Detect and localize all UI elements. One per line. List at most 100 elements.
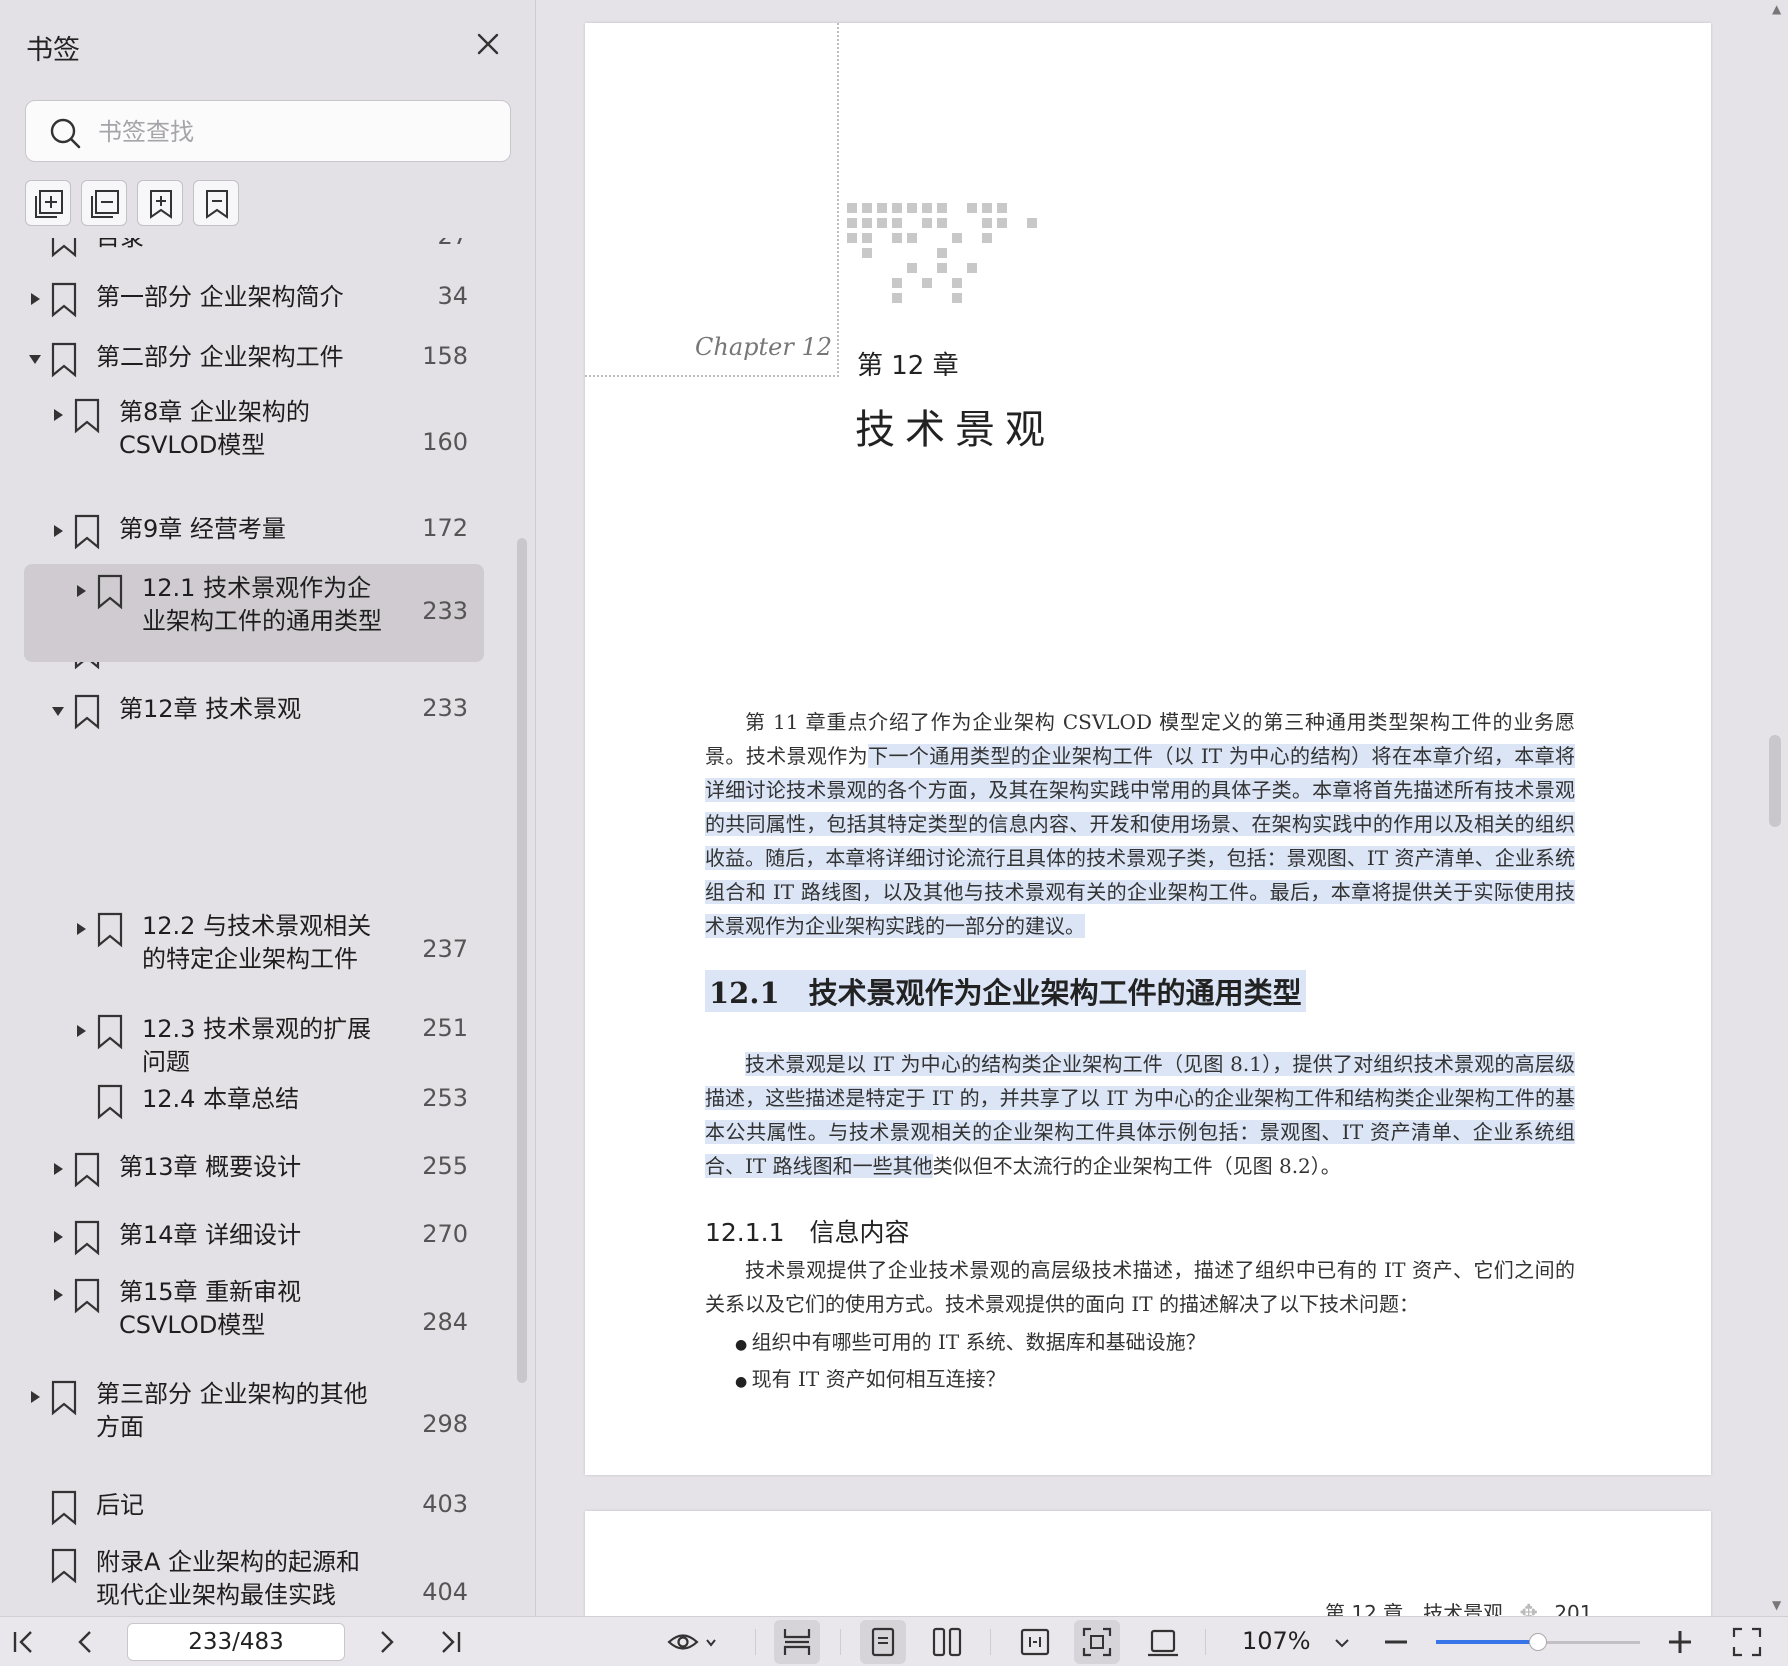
disclosure-right-icon[interactable] bbox=[28, 292, 42, 306]
fullscreen-icon[interactable] bbox=[1730, 1625, 1764, 1659]
bookmark-page-number: 233 bbox=[422, 694, 468, 722]
subsection-heading: 12.1.1 信息内容 bbox=[705, 1218, 910, 1247]
previous-page-icon[interactable] bbox=[72, 1625, 100, 1659]
disclosure-right-icon[interactable] bbox=[51, 1288, 65, 1302]
disclosure-right-icon[interactable] bbox=[51, 524, 65, 538]
ornament-pixel bbox=[967, 263, 977, 273]
disclosure-right-icon[interactable] bbox=[51, 408, 65, 422]
fit-page-icon[interactable] bbox=[1018, 1625, 1052, 1659]
view-mode-eye-icon[interactable] bbox=[666, 1625, 720, 1659]
disclosure-right-icon[interactable] bbox=[28, 1390, 42, 1404]
bookmark-item[interactable]: 第14章 详细设计 270 bbox=[0, 1206, 500, 1266]
ornament-pixel bbox=[892, 233, 902, 243]
expand-all-button[interactable] bbox=[25, 180, 71, 226]
ornament-pixel bbox=[892, 293, 902, 303]
bookmark-item[interactable]: 12.3 技术景观的扩展问题 251 bbox=[0, 1000, 500, 1076]
bookmark-label: 第二部分 企业架构工件 bbox=[96, 343, 344, 371]
zoom-in-icon[interactable] bbox=[1666, 1625, 1694, 1659]
ornament-pixel bbox=[922, 278, 932, 288]
subsection-text: 技术景观提供了企业技术景观的高层级技术描述，描述了组织中已有的 IT 资产、它们… bbox=[705, 1258, 1575, 1316]
bookmark-label: 第14章 详细设计 bbox=[119, 1221, 302, 1249]
rotate-page-icon[interactable] bbox=[1146, 1625, 1180, 1659]
bookmark-item[interactable]: 第15章 重新审视CSVLOD模型 284 bbox=[0, 1268, 500, 1380]
disclosure-right-icon[interactable] bbox=[51, 1162, 65, 1176]
ornament-pixel bbox=[862, 248, 872, 258]
bookmark-icon bbox=[51, 1548, 77, 1584]
ornament-pixel bbox=[907, 233, 917, 243]
ornament-pixel bbox=[1027, 218, 1037, 228]
zoom-slider-knob[interactable] bbox=[1529, 1633, 1547, 1651]
scroll-down-icon[interactable]: ▼ bbox=[1772, 1598, 1781, 1612]
zoom-out-icon[interactable] bbox=[1382, 1625, 1410, 1659]
toolbar-separator bbox=[990, 1629, 991, 1655]
bookmark-label: 12.1 技术景观作为企业架构工件的通用类型 bbox=[142, 574, 382, 635]
ornament-pixel bbox=[862, 218, 872, 228]
bookmark-page-number: 270 bbox=[422, 1220, 468, 1248]
bookmark-item[interactable]: 第一部分 企业架构简介 34 bbox=[0, 268, 500, 328]
bookmark-label: 第三部分 企业架构的其他方面 bbox=[96, 1380, 368, 1441]
zoom-level[interactable]: 107% bbox=[1242, 1627, 1311, 1655]
bookmark-page-number: 160 bbox=[422, 428, 468, 456]
bookmark-page-number: 253 bbox=[422, 1084, 468, 1112]
bookmark-item[interactable]: 12.1 技术景观作为企业架构工件的通用类型 233 bbox=[0, 564, 500, 662]
disclosure-down-icon[interactable] bbox=[28, 352, 42, 366]
disclosure-right-icon[interactable] bbox=[74, 1024, 88, 1038]
ornament-pixel bbox=[952, 278, 962, 288]
scroll-up-icon[interactable]: ▲ bbox=[1772, 2, 1781, 16]
ornament-pixel bbox=[997, 218, 1007, 228]
bookmark-item[interactable]: 目录27 bbox=[0, 238, 500, 268]
bookmark-icon bbox=[51, 238, 77, 258]
subsection-paragraph: 技术景观提供了企业技术景观的高层级技术描述，描述了组织中已有的 IT 资产、它们… bbox=[705, 1253, 1575, 1321]
bookmark-item[interactable]: 附录A 企业架构的起源和现代企业架构最佳实践 404 bbox=[0, 1538, 500, 1616]
chapter-title: 技术景观 bbox=[855, 407, 1055, 453]
ornament-pixel bbox=[862, 203, 872, 213]
sidebar-scrollbar[interactable] bbox=[517, 538, 527, 1383]
ornament-pixel bbox=[847, 203, 857, 213]
bookmark-page-number: 158 bbox=[422, 342, 468, 370]
disclosure-down-icon[interactable] bbox=[51, 704, 65, 718]
bookmark-icon bbox=[74, 1152, 100, 1188]
bookmark-item[interactable]: 12.4 本章总结 253 bbox=[0, 1070, 500, 1130]
bookmark-label: 第15章 重新审视CSVLOD模型 bbox=[119, 1278, 302, 1339]
bookmark-item[interactable]: 第9章 经营考量 172 bbox=[0, 500, 500, 560]
next-page-icon[interactable] bbox=[372, 1625, 400, 1659]
bookmark-search-input[interactable] bbox=[98, 113, 488, 151]
close-icon[interactable] bbox=[470, 26, 506, 62]
bookmark-item[interactable]: 第二部分 企业架构工件 158 bbox=[0, 328, 500, 388]
bookmark-item[interactable]: 后记 403 bbox=[0, 1476, 500, 1536]
bookmark-icon bbox=[51, 342, 77, 378]
bookmark-page-number: 34 bbox=[437, 282, 468, 310]
collapse-all-button[interactable] bbox=[81, 180, 127, 226]
bookmark-icon bbox=[97, 1084, 123, 1120]
document-scrollbar[interactable] bbox=[1769, 735, 1781, 827]
ornament-pixel bbox=[982, 233, 992, 243]
bookmark-item[interactable]: 第13章 概要设计 255 bbox=[0, 1138, 500, 1198]
bookmark-page-number: 251 bbox=[422, 1014, 468, 1042]
page-number-input[interactable]: 233/483 bbox=[127, 1623, 345, 1661]
expand-all-icon bbox=[35, 190, 63, 218]
bookmark-item[interactable]: 第三部分 企业架构的其他方面 298 bbox=[0, 1370, 500, 1482]
disclosure-right-icon[interactable] bbox=[51, 1230, 65, 1244]
ornament-pixel bbox=[907, 263, 917, 273]
first-page-icon[interactable] bbox=[10, 1625, 38, 1659]
bookmark-item[interactable]: 第12章 技术景观 233 bbox=[0, 680, 500, 740]
bookmark-item[interactable]: 第8章 企业架构的CSVLOD模型 160 bbox=[0, 388, 500, 500]
disclosure-right-icon[interactable] bbox=[74, 922, 88, 936]
two-page-icon[interactable] bbox=[930, 1625, 964, 1659]
bookmark-page-number: 284 bbox=[422, 1308, 468, 1336]
remove-bookmark-button[interactable] bbox=[193, 180, 239, 226]
disclosure-right-icon[interactable] bbox=[74, 584, 88, 598]
bookmark-item[interactable]: 12.2 与技术景观相关的特定企业架构工件 237 bbox=[0, 902, 500, 1000]
bookmark-label: 12.2 与技术景观相关的特定企业架构工件 bbox=[142, 912, 372, 973]
document-page: Chapter 12 第 12 章 技术景观 第 11 章重点介绍了作为企业架构… bbox=[585, 23, 1711, 1475]
toolbar-separator bbox=[840, 1629, 841, 1655]
last-page-icon[interactable] bbox=[436, 1625, 464, 1659]
bookmark-icon bbox=[51, 1490, 77, 1526]
ornament-pixel bbox=[862, 233, 872, 243]
bookmark-label: 后记 bbox=[96, 1491, 144, 1519]
zoom-slider-fill bbox=[1436, 1640, 1538, 1644]
bookmark-label: 第8章 企业架构的CSVLOD模型 bbox=[119, 398, 310, 459]
zoom-dropdown-chevron-icon[interactable] bbox=[1332, 1625, 1352, 1659]
add-bookmark-button[interactable] bbox=[137, 180, 183, 226]
single-page-icon bbox=[871, 1627, 895, 1657]
